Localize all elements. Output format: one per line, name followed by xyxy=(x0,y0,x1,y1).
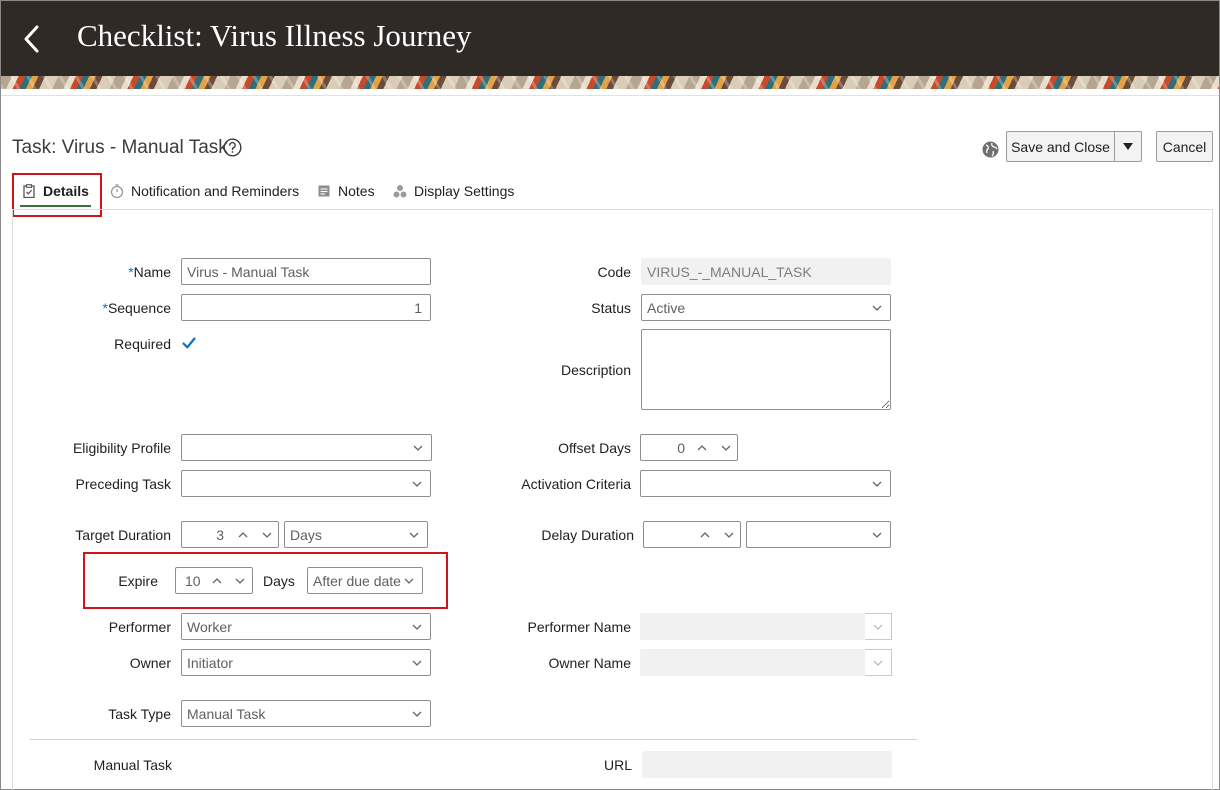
stepper-value: 10 xyxy=(185,573,201,589)
save-options-dropdown-button[interactable] xyxy=(1114,131,1142,162)
manual-task-section-label: Manual Task xyxy=(93,757,172,773)
tab-label: Display Settings xyxy=(414,183,515,199)
globe-icon[interactable] xyxy=(982,141,999,158)
chevron-down-icon xyxy=(412,660,422,666)
preceding-task-label: Preceding Task xyxy=(75,476,171,492)
shapes-icon xyxy=(393,185,407,198)
sequence-label: *Sequence xyxy=(102,300,171,316)
target-duration-label: Target Duration xyxy=(75,527,171,543)
task-type-label: Task Type xyxy=(108,706,171,722)
chevron-down-icon xyxy=(873,624,883,630)
sequence-input[interactable]: 1 xyxy=(181,294,431,321)
expire-label: Expire xyxy=(118,573,158,589)
activation-criteria-select[interactable] xyxy=(640,470,891,497)
chevron-up-icon[interactable] xyxy=(699,529,711,541)
url-label: URL xyxy=(603,757,632,773)
expire-stepper[interactable]: 10 xyxy=(175,567,253,594)
tab-notes[interactable]: Notes xyxy=(317,173,375,209)
performer-label: Performer xyxy=(108,619,171,635)
chevron-down-icon xyxy=(413,445,423,451)
tab-label: Notes xyxy=(338,183,375,199)
status-select[interactable]: Active xyxy=(641,294,891,321)
tab-label: Notification and Reminders xyxy=(131,183,300,199)
required-checkbox[interactable] xyxy=(181,335,197,351)
chevron-down-icon xyxy=(872,532,882,538)
chevron-down-icon xyxy=(409,532,419,538)
chevron-up-icon[interactable] xyxy=(211,575,223,587)
delay-duration-unit-select[interactable] xyxy=(746,521,891,548)
chevron-down-icon xyxy=(412,624,422,630)
chevron-down-icon xyxy=(873,660,883,666)
note-icon xyxy=(318,185,330,197)
status-label: Status xyxy=(591,300,631,316)
chevron-up-icon[interactable] xyxy=(237,529,249,541)
name-input[interactable]: Virus - Manual Task xyxy=(181,258,431,285)
tab-details[interactable]: Details xyxy=(20,173,91,209)
task-type-select[interactable]: Manual Task xyxy=(181,700,431,727)
tab-display-settings[interactable]: Display Settings xyxy=(393,173,514,209)
page-title: Checklist: Virus Illness Journey xyxy=(77,18,472,53)
name-label: *Name xyxy=(128,264,171,280)
owner-name-dropdown[interactable] xyxy=(865,649,892,676)
owner-name-field xyxy=(640,649,865,676)
description-textarea[interactable] xyxy=(641,329,891,410)
chevron-down-icon[interactable] xyxy=(720,442,732,454)
cancel-button[interactable]: Cancel xyxy=(1156,131,1213,162)
task-title: Task: Virus - Manual Task xyxy=(12,137,228,158)
performer-name-field xyxy=(640,613,865,640)
chevron-down-icon xyxy=(404,578,414,584)
url-field xyxy=(642,751,892,778)
tab-label: Details xyxy=(43,183,89,199)
expire-unit-label: Days xyxy=(263,573,295,589)
tab-notification-and-reminders[interactable]: Notification and Reminders xyxy=(110,173,299,209)
decorative-banner xyxy=(1,76,1219,89)
expire-relative-select[interactable]: After due date xyxy=(307,567,423,594)
save-and-close-button[interactable]: Save and Close xyxy=(1006,131,1115,162)
chevron-up-icon[interactable] xyxy=(696,442,708,454)
chevron-down-icon xyxy=(872,481,882,487)
app-header: Checklist: Virus Illness Journey xyxy=(1,1,1219,76)
chevron-down-icon xyxy=(412,711,422,717)
stepper-value: 3 xyxy=(216,527,224,543)
chevron-down-icon[interactable] xyxy=(234,575,246,587)
delay-duration-stepper[interactable] xyxy=(643,521,741,548)
stepper-value: 0 xyxy=(677,440,685,456)
code-label: Code xyxy=(597,264,631,280)
chevron-down-icon[interactable] xyxy=(261,529,273,541)
section-divider xyxy=(30,739,917,740)
help-icon[interactable] xyxy=(223,138,242,157)
owner-name-label: Owner Name xyxy=(548,655,631,671)
chevron-down-icon[interactable] xyxy=(723,529,735,541)
eligibility-profile-select[interactable] xyxy=(181,434,432,461)
chevron-down-icon xyxy=(872,305,882,311)
preceding-task-select[interactable] xyxy=(181,470,431,497)
clipboard-icon xyxy=(23,184,35,198)
code-field: VIRUS_-_MANUAL_TASK xyxy=(641,258,891,285)
target-duration-stepper[interactable]: 3 xyxy=(181,521,279,548)
back-arrow-icon[interactable] xyxy=(19,21,47,57)
delay-duration-label: Delay Duration xyxy=(541,527,634,543)
chevron-down-icon xyxy=(412,481,422,487)
description-label: Description xyxy=(560,362,631,378)
performer-name-dropdown[interactable] xyxy=(865,613,892,640)
target-duration-unit-select[interactable]: Days xyxy=(284,521,428,548)
owner-select[interactable]: Initiator xyxy=(181,649,431,676)
eligibility-profile-label: Eligibility Profile xyxy=(72,440,171,456)
performer-select[interactable]: Worker xyxy=(181,613,431,640)
stopwatch-icon xyxy=(110,184,124,198)
header-divider xyxy=(1,95,1219,96)
performer-name-label: Performer Name xyxy=(527,619,631,635)
owner-label: Owner xyxy=(129,655,171,671)
caret-down-icon xyxy=(1123,142,1133,150)
offset-days-label: Offset Days xyxy=(558,440,631,456)
offset-days-stepper[interactable]: 0 xyxy=(640,434,738,461)
activation-criteria-label: Activation Criteria xyxy=(521,476,631,492)
required-label: Required xyxy=(114,336,171,352)
